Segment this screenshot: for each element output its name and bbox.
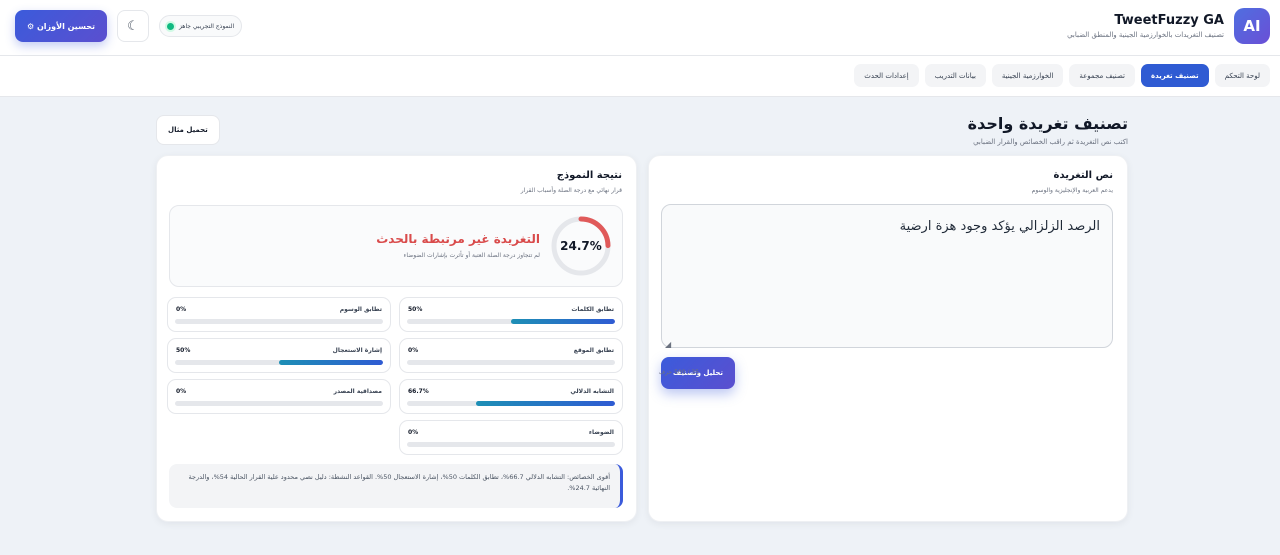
metric-bar-fill <box>511 319 615 324</box>
verdict-subtitle: لم تتجاوز درجة الصلة العتبة أو تأثرت بإش… <box>403 252 540 259</box>
metric-card: إشارة الاستعجال 50% <box>167 338 391 373</box>
tweet-input-card: نص التغريدة يدعم العربية والإنجليزية وال… <box>648 155 1128 522</box>
metric-card: التشابه الدلالي 66.7% <box>399 379 623 414</box>
metric-label: الضوضاء <box>588 429 614 436</box>
tab-3[interactable]: الخوارزمية الجينية <box>991 64 1064 87</box>
model-result-card: نتيجة النموذج قرار نهائي مع درجة الصلة و… <box>156 155 637 522</box>
brand: AI TweetFuzzy GA تصنيف التغريدات بالخوار… <box>1067 8 1270 44</box>
metric-label: التشابه الدلالي <box>570 388 614 395</box>
metric-bar-fill <box>476 401 615 406</box>
tab-5[interactable]: إعدادات الحدث <box>854 64 919 87</box>
metric-bar-track <box>175 360 383 365</box>
metric-value: 0% <box>176 306 187 313</box>
metric-label: مصداقية المصدر <box>333 388 382 395</box>
tweet-text-input[interactable]: الرصد الزلزالي يؤكد وجود هزة ارضية <box>661 204 1113 348</box>
status-dot-icon <box>166 22 174 30</box>
optimize-weights-button[interactable]: ⚙ تحسين الأوزان <box>15 10 107 42</box>
theme-toggle-button[interactable]: ☾ <box>116 10 149 42</box>
metric-bar-track <box>175 401 383 406</box>
nav-bar: لوحة التحكم تصنيف تغريدة تصنيف مجموعة الخوا… <box>0 56 1280 97</box>
brand-subtitle: تصنيف التغريدات بالخوارزمية الجينية والم… <box>1067 31 1224 39</box>
resize-handle-icon[interactable]: ◢ <box>665 340 671 349</box>
model-status-text: النموذج التجريبي جاهز <box>178 22 235 30</box>
metric-card: الضوضاء 0% <box>399 420 623 455</box>
metric-value: 0% <box>408 347 419 354</box>
header-actions: ⚙ تحسين الأوزان ☾ النموذج التجريبي جاهز <box>15 10 243 42</box>
metric-label: تطابق الوسوم <box>339 306 382 313</box>
metric-value: 50% <box>176 347 191 354</box>
metric-value: 50% <box>408 306 423 313</box>
page-subtitle: اكتب نص التغريدة ثم راقب الخصائص والقرار… <box>973 138 1128 146</box>
input-card-title: نص التغريدة <box>1053 170 1113 181</box>
tabs: لوحة التحكم تصنيف تغريدة تصنيف مجموعة الخوا… <box>854 64 1270 87</box>
metric-label: إشارة الاستعجال <box>332 347 382 354</box>
metric-bar-track <box>407 319 615 324</box>
metric-bar-track <box>407 360 615 365</box>
result-card-title: نتيجة النموذج <box>556 170 622 181</box>
score-value: 24.7% <box>560 239 602 253</box>
moon-icon: ☾ <box>127 18 139 34</box>
metric-card: تطابق الموقع 0% <box>399 338 623 373</box>
brand-title: TweetFuzzy GA <box>1114 13 1224 28</box>
metric-value: 0% <box>176 388 187 395</box>
metric-value: 0% <box>408 429 419 436</box>
tab-2[interactable]: تصنيف مجموعة <box>1069 64 1135 87</box>
tab-0[interactable]: لوحة التحكم <box>1214 64 1270 87</box>
reasoning-summary: أقوى الخصائص: التشابه الدلالي 66.7%، تطا… <box>169 464 623 508</box>
metric-bar-track <box>407 442 615 447</box>
metric-bar-track <box>407 401 615 406</box>
metric-card: تطابق الوسوم 0% <box>167 297 391 332</box>
metric-bar-track <box>175 319 383 324</box>
input-card-subtitle: يدعم العربية والإنجليزية والوسوم <box>1031 187 1113 194</box>
top-header: AI TweetFuzzy GA تصنيف التغريدات بالخوار… <box>0 0 1280 56</box>
tab-1[interactable]: تصنيف تغريدة <box>1140 64 1209 87</box>
page-title: تصنيف تغريدة واحدة <box>967 114 1128 133</box>
model-status-badge: النموذج التجريبي جاهز <box>158 15 243 37</box>
metric-value: 66.7% <box>408 388 429 395</box>
result-card-subtitle: قرار نهائي مع درجة الصلة وأسباب القرار <box>520 187 622 194</box>
verdict-title: التغريدة غير مرتبطة بالحدث <box>376 232 540 246</box>
char-count: 35 / 500 حرف <box>658 369 699 376</box>
metric-bar-fill <box>279 360 383 365</box>
load-example-button[interactable]: تحميل مثال <box>156 115 220 145</box>
brand-text: TweetFuzzy GA تصنيف التغريدات بالخوارزمي… <box>1067 13 1224 39</box>
tab-4[interactable]: بيانات التدريب <box>924 64 986 87</box>
metric-label: تطابق الموقع <box>573 347 614 354</box>
metric-label: تطابق الكلمات <box>571 306 614 313</box>
verdict-box: 24.7% التغريدة غير مرتبطة بالحدث لم تتجا… <box>169 205 623 287</box>
metric-card: مصداقية المصدر 0% <box>167 379 391 414</box>
logo: AI <box>1234 8 1270 44</box>
metric-card: تطابق الكلمات 50% <box>399 297 623 332</box>
